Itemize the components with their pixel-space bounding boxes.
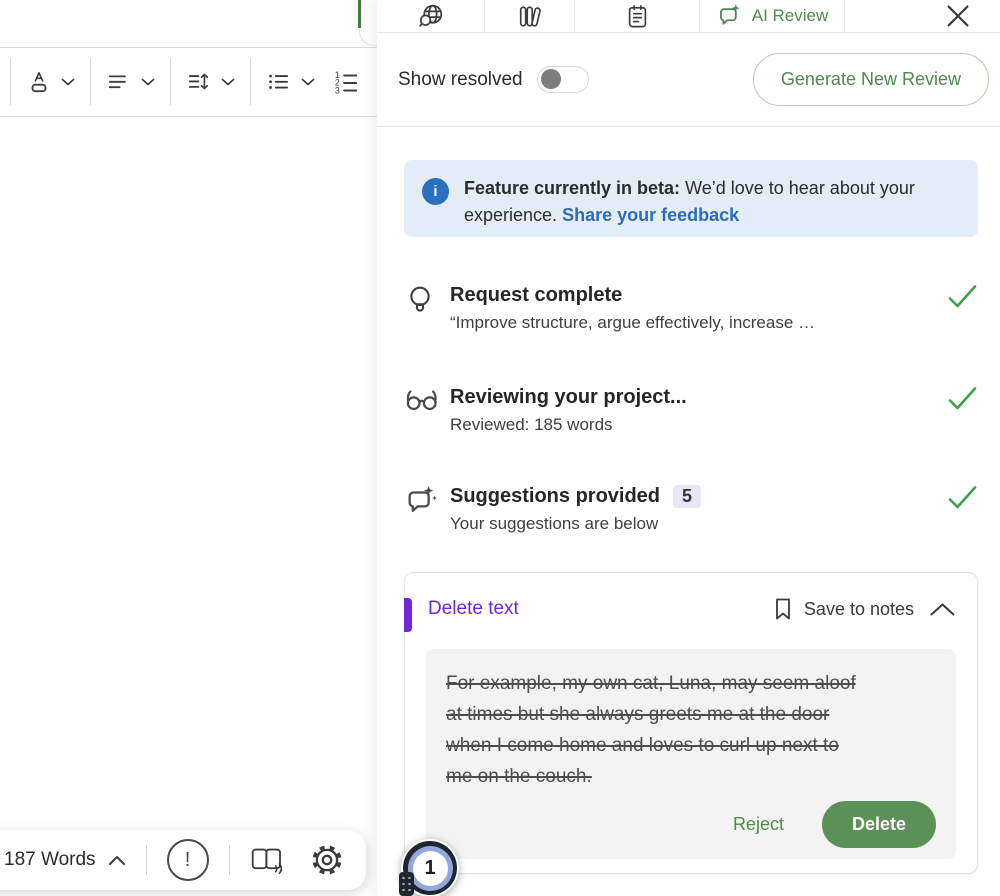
step-subtitle: Your suggestions are below <box>450 514 947 534</box>
save-to-notes-label: Save to notes <box>804 599 914 620</box>
alert-circle-icon[interactable]: ! <box>167 839 209 881</box>
delete-button[interactable]: Delete <box>822 801 936 848</box>
suggestion-accent-bar <box>404 598 412 632</box>
word-count-label: 187 Words <box>4 849 96 871</box>
text-align-button[interactable] <box>106 69 155 95</box>
beta-banner: i Feature currently in beta: We’d love t… <box>404 160 978 237</box>
show-resolved-label: Show resolved <box>398 69 523 91</box>
tab-notes[interactable] <box>575 0 700 32</box>
editor-status-bar: 187 Words ! <box>0 830 366 890</box>
text-color-button[interactable] <box>26 69 75 95</box>
app-screen: 1 2 3 187 Words ! <box>0 0 1000 896</box>
tab-ai-review-label: AI Review <box>752 6 829 26</box>
chevron-down-icon <box>141 78 155 86</box>
deleted-text-line: me on the couch. <box>446 761 936 792</box>
globe-search-icon <box>417 2 445 30</box>
reject-button[interactable]: Reject <box>733 814 784 835</box>
step-reviewing-project: Reviewing your project... Reviewed: 185 … <box>404 383 978 435</box>
read-aloud-icon[interactable] <box>250 846 286 875</box>
suggestion-card-header: Delete text Save to notes <box>405 573 977 621</box>
tab-web-search[interactable] <box>377 0 485 32</box>
suggested-deletion-text: For example, my own cat, Luna, may seem … <box>426 649 956 859</box>
step-request-complete: Request complete “Improve structure, arg… <box>404 281 978 333</box>
panel-header: Show resolved Generate New Review <box>377 33 1000 127</box>
bookmark-icon <box>772 597 794 621</box>
line-spacing-icon <box>186 69 212 95</box>
collapse-card-button[interactable] <box>929 602 956 617</box>
tab-library[interactable] <box>485 0 575 32</box>
line-spacing-button[interactable] <box>186 69 235 95</box>
beta-banner-bold: Feature currently in beta: <box>464 178 680 198</box>
deleted-text-line: at times but she always greets me at the… <box>446 699 936 730</box>
bullet-list-button[interactable] <box>266 69 315 95</box>
library-books-icon <box>516 3 543 30</box>
suggestion-type-label: Delete text <box>428 598 519 620</box>
beta-banner-text: Feature currently in beta: We’d love to … <box>464 175 962 237</box>
chevron-down-icon <box>221 78 235 86</box>
glasses-icon <box>404 385 440 413</box>
share-feedback-link[interactable]: Share your feedback <box>562 205 739 225</box>
svg-text:3: 3 <box>335 85 340 95</box>
check-icon <box>947 385 978 412</box>
statusbar-divider <box>229 845 230 875</box>
deleted-text-line: when I come home and loves to curl up ne… <box>446 730 936 761</box>
check-icon <box>947 484 978 511</box>
chevron-up-icon <box>108 855 126 866</box>
step-suggestions-provided: Suggestions provided 5 Your suggestions … <box>404 482 978 534</box>
generate-new-review-button[interactable]: Generate New Review <box>753 53 989 106</box>
lightbulb-icon <box>404 283 436 317</box>
statusbar-divider <box>146 845 147 875</box>
panel-tab-bar: AI Review <box>377 0 1000 33</box>
suggestion-count-badge: 5 <box>673 485 701 508</box>
ai-review-panel: AI Review Show resolved Generate New Rev… <box>377 0 1000 896</box>
panel-corner-notch <box>359 0 378 46</box>
numbered-list-icon: 1 2 3 <box>332 68 362 96</box>
check-icon <box>947 283 978 310</box>
show-resolved-toggle[interactable] <box>537 66 589 93</box>
step-subtitle: “Improve structure, argue effectively, i… <box>450 313 947 333</box>
chevron-up-icon <box>929 602 956 617</box>
step-title: Request complete <box>450 281 622 309</box>
save-to-notes-button[interactable]: Save to notes <box>772 597 914 621</box>
suggestion-actions: Reject Delete <box>733 801 936 848</box>
bullet-list-icon <box>266 69 292 95</box>
align-left-icon <box>106 69 132 95</box>
panel-body: i Feature currently in beta: We’d love t… <box>377 127 1000 896</box>
tab-ai-review[interactable]: AI Review <box>700 0 845 32</box>
chevron-down-icon <box>301 78 315 86</box>
text-color-icon <box>26 69 52 95</box>
info-icon: i <box>422 178 449 205</box>
numbered-list-button[interactable]: 1 2 3 <box>332 68 362 96</box>
step-subtitle: Reviewed: 185 words <box>450 415 947 435</box>
suggestion-marker-number: 1 <box>413 851 448 886</box>
word-count-button[interactable]: 187 Words <box>4 849 126 871</box>
active-tab-edge <box>358 0 361 28</box>
suggestion-card: Delete text Save to notes For example, m… <box>404 572 978 874</box>
notepad-icon <box>624 3 651 30</box>
step-title: Reviewing your project... <box>450 383 687 411</box>
chat-sparkle-icon <box>716 3 743 30</box>
chevron-down-icon <box>61 78 75 86</box>
close-panel-button[interactable] <box>943 0 1000 32</box>
step-title: Suggestions provided <box>450 482 660 510</box>
formatting-toolbar: 1 2 3 <box>0 47 377 117</box>
settings-gear-icon[interactable] <box>308 841 346 879</box>
marker-drag-handle[interactable] <box>399 872 414 896</box>
chat-sparkle-icon <box>404 484 438 518</box>
close-icon <box>943 1 973 31</box>
deleted-text-line: For example, my own cat, Luna, may seem … <box>446 668 936 699</box>
toggle-knob <box>541 69 561 89</box>
